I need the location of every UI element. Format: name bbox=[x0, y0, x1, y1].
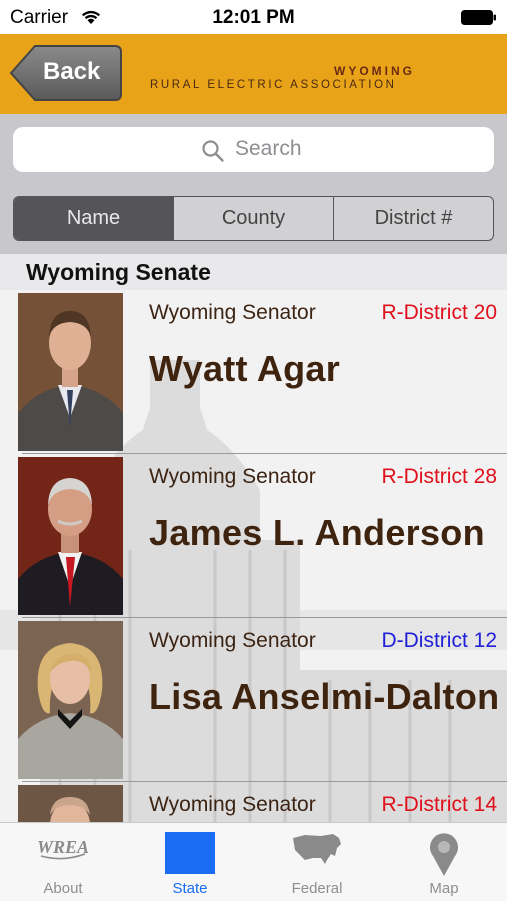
map-pin-icon bbox=[430, 833, 458, 876]
battery-icon bbox=[461, 10, 496, 25]
list-item[interactable]: Wyoming Senator R-District 14 bbox=[0, 782, 507, 822]
segment-county[interactable]: County bbox=[173, 197, 333, 240]
legislator-name: Lisa Anselmi-Dalton bbox=[149, 676, 500, 717]
search-input[interactable]: Search bbox=[13, 127, 494, 172]
legislator-district: R-District 20 bbox=[381, 301, 497, 324]
legislator-photo bbox=[18, 293, 123, 451]
legislator-name: James L. Anderson bbox=[149, 512, 485, 553]
logo-subtitle: RURAL ELECTRIC ASSOCIATION bbox=[150, 79, 397, 91]
list-item[interactable]: Wyoming Senator D-District 12 Lisa Ansel… bbox=[0, 618, 507, 782]
tab-label: Map bbox=[429, 880, 459, 897]
app-header: Back WYOMING RURAL ELECTRIC ASSOCIATION bbox=[0, 34, 507, 114]
clock: 12:01 PM bbox=[212, 7, 295, 28]
wrea-logo: WYOMING RURAL ELECTRIC ASSOCIATION bbox=[150, 64, 415, 94]
list-item[interactable]: Wyoming Senator R-District 28 James L. A… bbox=[0, 454, 507, 618]
back-label: Back bbox=[43, 58, 101, 85]
tab-state[interactable]: State bbox=[127, 823, 253, 901]
tab-bar: WREA About State Federal Map bbox=[0, 822, 507, 901]
tab-label: About bbox=[43, 880, 83, 897]
tab-federal[interactable]: Federal bbox=[254, 823, 380, 901]
logo-wyoming: WYOMING bbox=[334, 64, 415, 78]
legislator-photo bbox=[18, 457, 123, 615]
tab-label: State bbox=[172, 880, 208, 897]
legislator-name: Wyatt Agar bbox=[149, 348, 341, 389]
wyoming-state-icon bbox=[165, 832, 215, 874]
legislator-list[interactable]: Wyoming Senator R-District 20 Wyatt Agar… bbox=[0, 290, 507, 822]
search-icon bbox=[202, 140, 224, 162]
search-area: Search Name County District # bbox=[0, 114, 507, 254]
usa-map-icon bbox=[293, 834, 341, 864]
legislator-role: Wyoming Senator bbox=[149, 793, 316, 816]
tab-label: Federal bbox=[291, 880, 343, 897]
list-item[interactable]: Wyoming Senator R-District 20 Wyatt Agar bbox=[0, 290, 507, 454]
legislator-role: Wyoming Senator bbox=[149, 629, 316, 652]
legislator-district: D-District 12 bbox=[381, 629, 497, 652]
section-header: Wyoming Senate bbox=[0, 254, 507, 290]
tab-about[interactable]: WREA About bbox=[0, 823, 126, 901]
legislator-photo bbox=[18, 785, 123, 822]
tab-map[interactable]: Map bbox=[381, 823, 507, 901]
section-title: Wyoming Senate bbox=[26, 259, 211, 285]
segment-district[interactable]: District # bbox=[333, 197, 493, 240]
legislator-district: R-District 28 bbox=[381, 465, 497, 488]
search-placeholder: Search bbox=[235, 137, 302, 160]
sort-segmented-control: Name County District # bbox=[13, 196, 494, 241]
legislator-role: Wyoming Senator bbox=[149, 465, 316, 488]
wrea-logo-text: WREA bbox=[37, 837, 89, 857]
back-button[interactable]: Back bbox=[9, 44, 123, 102]
legislator-role: Wyoming Senator bbox=[149, 301, 316, 324]
legislator-photo bbox=[18, 621, 123, 779]
status-bar: Carrier 12:01 PM bbox=[0, 0, 507, 34]
wrea-logo-icon: WREA bbox=[37, 837, 89, 860]
legislator-district: R-District 14 bbox=[381, 793, 497, 816]
segment-name[interactable]: Name bbox=[14, 197, 173, 240]
